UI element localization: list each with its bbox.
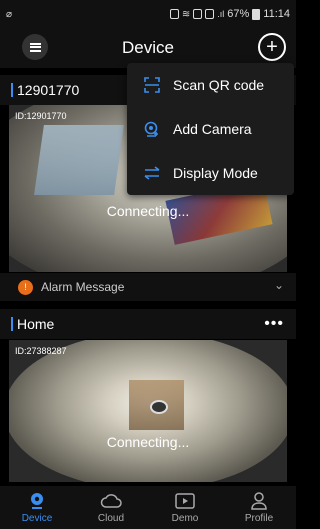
nav-label: Profile	[244, 513, 274, 524]
menu-item-label: Scan QR code	[173, 77, 265, 93]
status-left: ⌀	[6, 9, 170, 20]
page-title: Device	[122, 38, 174, 57]
scan-qr-icon	[143, 76, 161, 94]
bottom-navigation: Device Cloud Demo Profile	[0, 486, 296, 529]
more-options-icon[interactable]: •••	[264, 315, 284, 333]
plus-icon: +	[266, 36, 278, 58]
device-video-preview[interactable]: ID:27388287 Connecting...	[9, 340, 287, 482]
sim-icon	[169, 9, 179, 19]
nav-device[interactable]: Device	[0, 486, 74, 529]
device-id: ID:27388287	[15, 346, 67, 356]
nav-cloud[interactable]: Cloud	[74, 486, 148, 529]
add-menu-dropdown: Scan QR code Add Camera Display Mode	[127, 63, 294, 195]
device-accent-bar	[11, 317, 13, 331]
add-camera-icon	[143, 120, 161, 138]
list-icon	[29, 42, 41, 52]
menu-button[interactable]	[22, 34, 48, 60]
nav-label: Device	[21, 513, 53, 524]
clock: 11:14	[263, 8, 290, 20]
device-card-header[interactable]: Home •••	[0, 309, 296, 339]
status-bar: ⌀ ≋ .ıl 67% 11:14	[0, 0, 296, 28]
notification-icon: ⌀	[6, 8, 13, 20]
nfc-icon	[193, 9, 203, 19]
nav-demo[interactable]: Demo	[148, 486, 222, 529]
menu-item-add-camera[interactable]: Add Camera	[127, 107, 294, 151]
battery-icon	[252, 8, 261, 20]
display-mode-icon	[143, 164, 161, 182]
device-name: Home	[17, 316, 55, 332]
play-icon	[175, 491, 195, 511]
wifi-icon: ≋	[181, 8, 191, 20]
image-icon	[205, 9, 215, 19]
connecting-status: Connecting...	[106, 434, 190, 450]
app-header: Device +	[0, 28, 296, 68]
alarm-icon: !	[18, 279, 33, 295]
add-button[interactable]: +	[258, 33, 286, 61]
nav-label: Demo	[171, 513, 199, 524]
connecting-status: Connecting...	[106, 203, 190, 219]
camera-icon	[29, 491, 45, 511]
menu-item-display-mode[interactable]: Display Mode	[127, 151, 294, 195]
status-right: ≋ .ıl 67% 11:14	[169, 8, 290, 20]
device-id: ID:12901770	[15, 111, 67, 121]
nav-profile[interactable]: Profile	[222, 486, 296, 529]
alarm-label: Alarm Message	[41, 280, 125, 294]
menu-item-scan-qr[interactable]: Scan QR code	[127, 63, 294, 107]
chevron-down-icon[interactable]: ⌄	[274, 278, 284, 292]
cloud-icon	[100, 491, 122, 511]
device-accent-bar	[11, 83, 13, 97]
camera-device-image	[150, 400, 168, 414]
device-name: 12901770	[17, 82, 80, 98]
battery-percent: 67%	[227, 8, 250, 20]
person-icon	[251, 491, 267, 511]
alarm-message-row[interactable]: ! Alarm Message ⌄	[0, 273, 296, 301]
menu-item-label: Add Camera	[173, 121, 252, 137]
menu-item-label: Display Mode	[173, 165, 258, 181]
window-image	[34, 125, 124, 195]
signal-icon: .ıl	[217, 9, 225, 19]
nav-label: Cloud	[97, 513, 125, 524]
